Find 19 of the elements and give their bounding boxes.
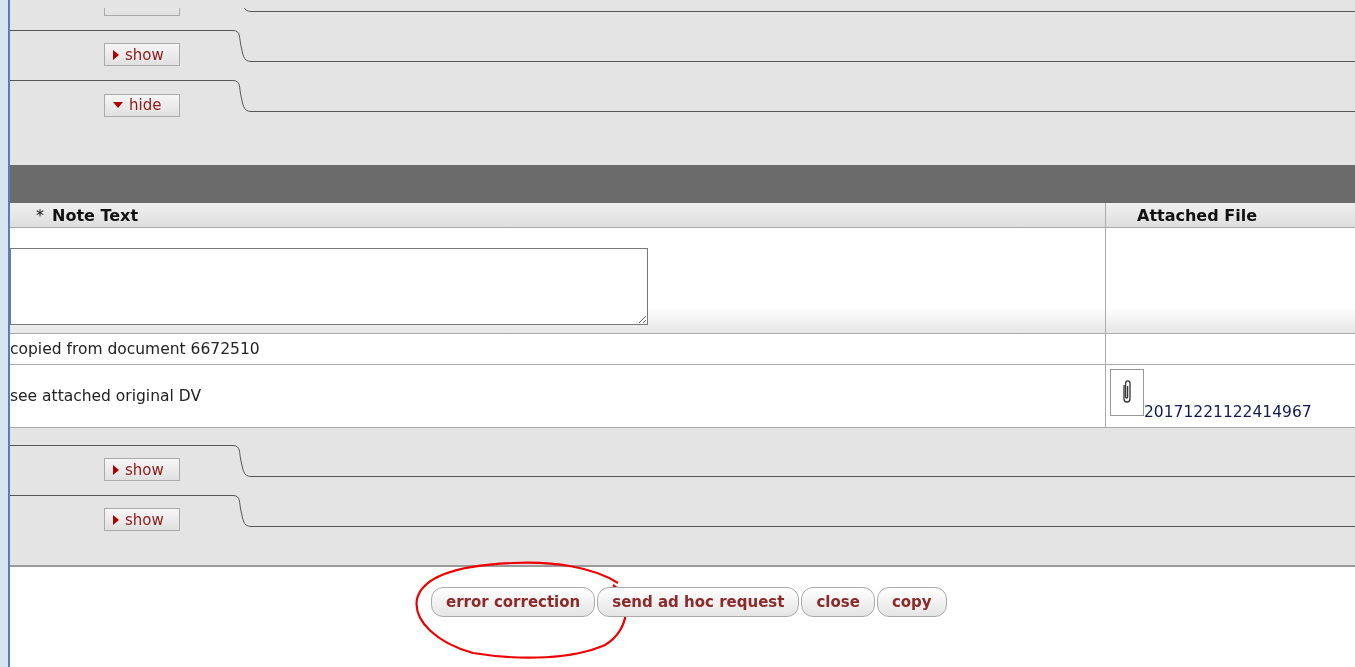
caret-right-icon [113,49,119,60]
toggle-button[interactable]: hide [104,93,180,117]
action-button[interactable]: close [801,587,875,617]
toggle-button[interactable]: show [104,508,180,531]
paperclip-icon[interactable] [1110,369,1144,416]
action-button[interactable]: error correction [431,587,596,617]
caret-right-icon [113,514,119,525]
column-header: Attached File [1136,204,1258,227]
note-text: see attached original DV [10,387,201,405]
attachment-link[interactable]: 20171221122414967 [1144,403,1312,421]
toggle-button[interactable]: show [104,458,180,481]
column-header: * Note Text [10,203,1106,227]
note-text: copied from document 6672510 [10,340,260,358]
toggle-button[interactable]: show [104,43,180,66]
action-button[interactable]: copy [876,587,947,617]
action-button[interactable]: send ad hoc request [597,587,800,617]
caret-down-icon [113,102,123,108]
note-text-field[interactable] [10,248,648,325]
caret-right-icon [113,464,119,475]
